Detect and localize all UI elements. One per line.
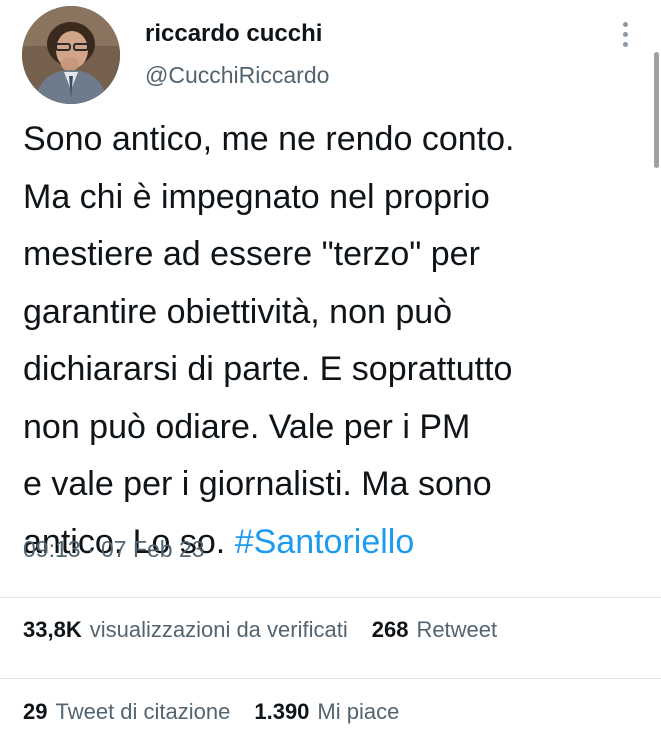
avatar[interactable] bbox=[22, 6, 120, 104]
author-display-name[interactable]: riccardo cucchi bbox=[145, 20, 322, 48]
more-vertical-icon-dot-2 bbox=[622, 31, 628, 37]
tweet-timestamp[interactable]: 09:13 · 07 Feb 23 bbox=[23, 536, 205, 563]
more-vertical-icon bbox=[622, 21, 628, 27]
hashtag-link[interactable]: #Santoriello bbox=[235, 523, 415, 561]
views-label: visualizzazioni da verificati bbox=[89, 617, 348, 642]
tweet-text-line: e vale per i giornalisti. Ma sono bbox=[23, 465, 492, 503]
tweet-text-line: non può odiare. Vale per i PM bbox=[23, 407, 471, 446]
quotes-label[interactable]: Tweet di citazione bbox=[55, 699, 230, 725]
more-options-button[interactable] bbox=[612, 16, 638, 52]
tweet-text-line: Sono antico, me ne rendo conto. bbox=[23, 120, 515, 158]
likes-count[interactable]: 1.390 bbox=[254, 699, 309, 725]
likes-label[interactable]: Mi piace bbox=[317, 699, 399, 725]
tweet-text-line: dichiararsi di parte. E soprattutto bbox=[23, 350, 513, 388]
user-avatar-photo-icon bbox=[22, 6, 120, 104]
views-count: 33,8K bbox=[23, 617, 82, 642]
retweets-count[interactable]: 268 bbox=[372, 617, 409, 643]
stats-row-views-retweets: 33,8K visualizzazioni da verificati 268 … bbox=[23, 617, 521, 643]
tweet-text-line: Ma chi è impegnato nel proprio bbox=[23, 177, 490, 216]
tweet-detail: riccardo cucchi @CucchiRiccardo Sono ant… bbox=[0, 0, 661, 750]
tweet-text-line: garantire obiettività, non può bbox=[23, 292, 453, 331]
divider bbox=[0, 678, 661, 679]
scrollbar[interactable] bbox=[654, 52, 659, 168]
more-vertical-icon-dot-3 bbox=[622, 41, 628, 47]
retweets-label[interactable]: Retweet bbox=[416, 617, 497, 643]
tweet-text-line: mestiere ad essere "terzo" per bbox=[23, 235, 480, 273]
divider bbox=[0, 597, 661, 598]
quotes-count[interactable]: 29 bbox=[23, 699, 47, 725]
stats-row-quotes-likes: 29 Tweet di citazione 1.390 Mi piace bbox=[23, 699, 423, 725]
tweet-text: Sono antico, me ne rendo conto. Ma chi è… bbox=[23, 111, 633, 571]
author-handle[interactable]: @CucchiRiccardo bbox=[145, 62, 329, 89]
